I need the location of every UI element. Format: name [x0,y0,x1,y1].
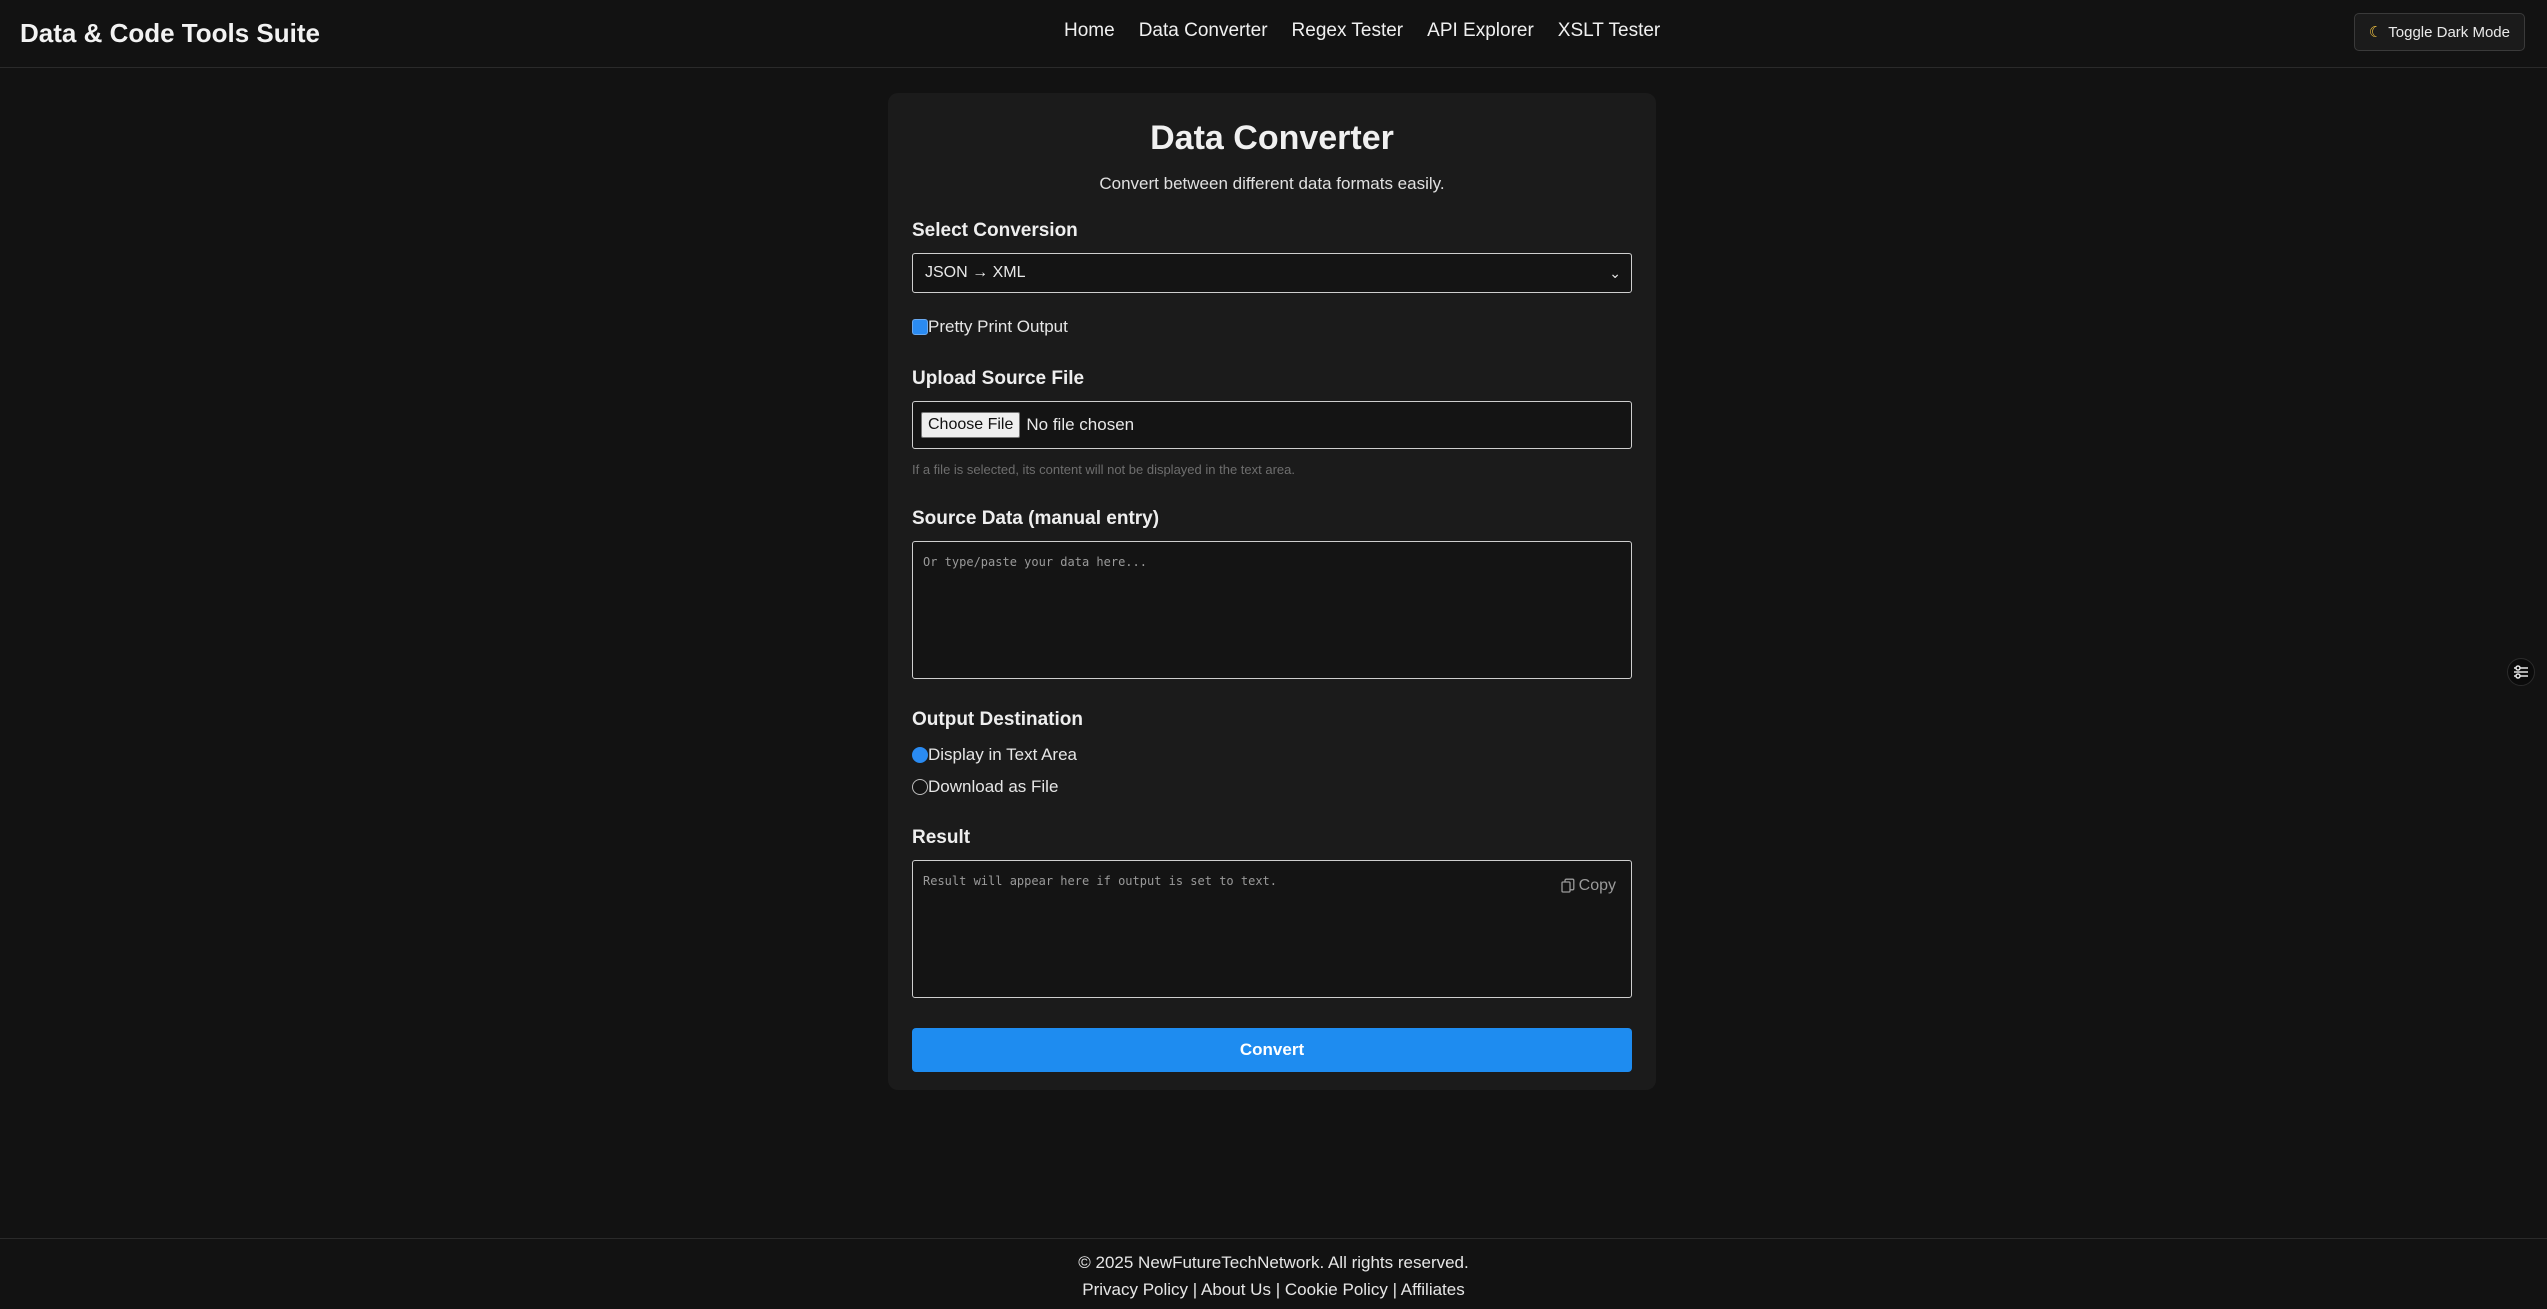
site-footer: © 2025 NewFutureTechNetwork. All rights … [0,1238,2547,1309]
page-title: Data Converter [1150,119,1394,157]
copy-button[interactable]: Copy [1560,877,1616,895]
nav-data-converter[interactable]: Data Converter [1139,20,1268,42]
chevron-down-icon: ⌄ [1609,264,1621,281]
download-file-label: Download as File [928,777,1059,796]
nav-xslt-tester[interactable]: XSLT Tester [1558,20,1660,42]
nav-home[interactable]: Home [1064,20,1115,42]
output-option-text[interactable]: Display in Text Area [912,745,1632,765]
result-label: Result [912,827,971,848]
footer-link-affiliates[interactable]: Affiliates [1401,1280,1465,1299]
download-file-radio[interactable] [912,779,928,795]
footer-separator: | [1392,1280,1397,1299]
result-placeholder: Result will appear here if output is set… [923,874,1278,888]
convert-button[interactable]: Convert [912,1028,1632,1072]
source-data-textarea[interactable]: Or type/paste your data here... [912,541,1632,679]
pretty-print-label: Pretty Print Output [928,317,1068,336]
footer-copyright: © 2025 NewFutureTechNetwork. All rights … [1078,1253,1469,1272]
file-upload-input[interactable]: Choose File No file chosen [912,401,1632,449]
result-textarea[interactable]: Result will appear here if output is set… [912,860,1632,998]
conversion-select[interactable]: JSON → XML ⌄ [912,253,1632,293]
conversion-select-value: JSON → XML [925,264,1026,281]
nav-api-explorer[interactable]: API Explorer [1427,20,1534,42]
pretty-print-checkbox[interactable] [912,319,928,335]
page-subtitle: Convert between different data formats e… [1099,174,1445,193]
moon-icon: ☾ [2368,24,2383,41]
footer-link-about[interactable]: About Us [1201,1280,1271,1299]
copy-icon [1560,878,1575,893]
brand-title[interactable]: Data & Code Tools Suite [20,18,320,49]
pretty-print-row: Pretty Print Output [912,317,1632,337]
display-text-radio[interactable] [912,747,928,763]
main-nav: Home Data Converter Regex Tester API Exp… [1064,20,1660,42]
output-destination-label: Output Destination [912,709,1083,730]
output-option-download[interactable]: Download as File [912,777,1632,797]
footer-links: Privacy Policy | About Us | Cookie Polic… [0,1280,2547,1300]
footer-link-cookie[interactable]: Cookie Policy [1285,1280,1388,1299]
toggle-dark-mode-label: Toggle Dark Mode [2388,23,2510,41]
upload-hint: If a file is selected, its content will … [912,462,1295,477]
settings-sliders-widget[interactable] [2507,658,2535,686]
select-conversion-label: Select Conversion [912,220,1078,241]
nav-regex-tester[interactable]: Regex Tester [1292,20,1404,42]
upload-source-label: Upload Source File [912,368,1085,389]
converter-card: Data Converter Convert between different… [888,93,1656,1090]
display-text-label: Display in Text Area [928,745,1077,764]
source-data-label: Source Data (manual entry) [912,508,1160,529]
toggle-dark-mode-button[interactable]: ☾ Toggle Dark Mode [2353,13,2525,51]
sliders-icon [2514,665,2528,679]
source-data-placeholder: Or type/paste your data here... [923,555,1147,569]
footer-separator: | [1192,1280,1198,1299]
footer-separator: | [1275,1280,1281,1299]
footer-link-privacy[interactable]: Privacy Policy [1082,1280,1188,1299]
file-status: No file chosen [1026,415,1135,434]
copy-label: Copy [1578,877,1616,894]
choose-file-button[interactable]: Choose File [921,412,1021,438]
top-navbar: Data & Code Tools Suite Home Data Conver… [0,0,2547,68]
